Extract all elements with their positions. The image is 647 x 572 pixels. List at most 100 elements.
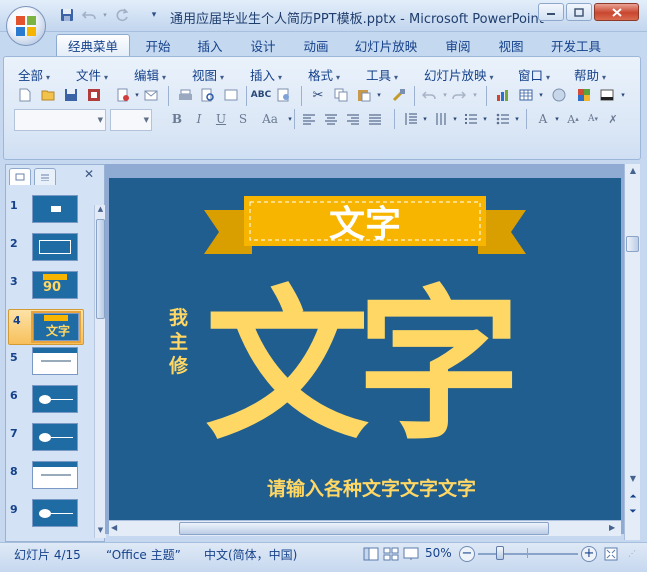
slide-thumbnail[interactable]: 1 (6, 195, 90, 231)
redo-icon[interactable] (113, 7, 131, 23)
slide-thumbnail[interactable]: 3 90 (6, 271, 90, 307)
language-indicator[interactable]: 中文(简体，中国) (204, 546, 297, 563)
maximize-button[interactable] (566, 3, 592, 21)
save-icon[interactable] (62, 86, 80, 104)
slideshow-view-icon[interactable] (403, 547, 419, 561)
slide-thumbnail[interactable]: 7 (6, 423, 90, 459)
tab-slides[interactable] (9, 168, 31, 185)
undo-dropdown-icon[interactable]: ▾ (96, 7, 114, 23)
pane-close-icon[interactable]: ✕ (84, 167, 94, 181)
menu-slideshow[interactable]: 幻灯片放映 ▾ (424, 65, 494, 84)
slide-horizontal-scrollbar[interactable]: ◀ ▶ (109, 520, 621, 536)
clipart-icon[interactable] (550, 86, 568, 104)
copy-icon[interactable] (332, 86, 350, 104)
chevron-down-icon[interactable]: ▾ (281, 110, 299, 128)
chevron-down-icon[interactable]: ▾ (466, 86, 484, 104)
font-name-combo[interactable]: ▼ (14, 109, 106, 131)
zoom-slider-track[interactable] (478, 553, 578, 555)
menu-tools[interactable]: 工具 ▾ (366, 65, 398, 84)
slide-thumbnail-selected[interactable]: 4 文字 (8, 309, 84, 345)
zoom-level[interactable]: 50% (425, 546, 452, 560)
fit-to-window-icon[interactable] (603, 546, 619, 562)
minimize-button[interactable] (538, 3, 564, 21)
grow-font-icon[interactable]: A ▴ (564, 110, 582, 128)
chevron-down-icon[interactable]: ▾ (370, 86, 388, 104)
tab-insert[interactable]: 插入 (190, 34, 230, 56)
menu-all[interactable]: 全部 ▾ (18, 65, 50, 84)
chevron-down-icon[interactable]: ▾ (614, 86, 632, 104)
office-button[interactable] (6, 6, 46, 46)
close-button[interactable] (594, 3, 639, 21)
print-icon[interactable] (176, 86, 194, 104)
chart-icon[interactable] (494, 86, 512, 104)
chevron-down-icon[interactable]: ▾ (532, 86, 550, 104)
menu-file[interactable]: 文件 ▾ (76, 65, 108, 84)
scroll-down-icon[interactable]: ▼ (627, 474, 639, 486)
page-setup-icon[interactable] (222, 86, 240, 104)
italic-icon[interactable]: I (190, 110, 208, 128)
tab-review[interactable]: 审阅 (438, 34, 478, 56)
shadow-icon[interactable]: S (234, 110, 252, 128)
menu-insert[interactable]: 插入 ▾ (250, 65, 282, 84)
menu-help[interactable]: 帮助 ▾ (574, 65, 606, 84)
scroll-left-icon[interactable]: ◀ (111, 523, 121, 534)
zoom-out-icon[interactable]: − (459, 546, 475, 562)
save-as-pdf-icon[interactable] (85, 86, 103, 104)
clear-formatting-icon[interactable]: ✗ (604, 110, 622, 128)
next-slide-icon[interactable]: ⏷ (627, 507, 639, 519)
print-preview-icon[interactable] (199, 86, 217, 104)
tab-outline[interactable] (34, 168, 56, 185)
open-folder-icon[interactable] (39, 86, 57, 104)
tab-home[interactable]: 开始 (138, 34, 178, 56)
slide-sorter-icon[interactable] (383, 547, 399, 561)
previous-slide-icon[interactable]: ⏶ (627, 492, 639, 504)
chevron-down-icon[interactable]: ▾ (508, 110, 526, 128)
menu-slideshow-label: 幻灯片放映 (424, 68, 487, 83)
scroll-right-icon[interactable]: ▶ (609, 523, 619, 534)
normal-view-icon[interactable] (363, 547, 379, 561)
scroll-thumb[interactable] (626, 236, 639, 252)
slide-canvas[interactable]: 文字 我主修 文字 请输入各种文字文字文字 (109, 178, 621, 520)
customize-qat-icon[interactable]: ▾ (145, 7, 163, 23)
color-grayscale-icon[interactable] (575, 86, 593, 104)
format-painter-icon[interactable] (390, 86, 408, 104)
tab-animations[interactable]: 动画 (296, 34, 336, 56)
menu-edit[interactable]: 编辑 ▾ (134, 65, 166, 84)
menu-window[interactable]: 窗口 ▾ (518, 65, 550, 84)
menu-view[interactable]: 视图 ▾ (192, 65, 224, 84)
align-center-icon[interactable] (322, 110, 340, 128)
underline-icon[interactable]: U (212, 110, 230, 128)
slide-thumbnail[interactable]: 8 (6, 461, 90, 497)
chevron-down-icon[interactable]: ▾ (476, 110, 494, 128)
cut-icon[interactable]: ✂ (309, 86, 327, 104)
tab-classic-menu[interactable]: 经典菜单 (56, 34, 130, 56)
scroll-thumb[interactable] (179, 522, 549, 535)
justify-icon[interactable] (366, 110, 384, 128)
slide-thumbnail[interactable]: 2 (6, 233, 90, 269)
change-case-icon[interactable]: Aa (258, 110, 282, 128)
zoom-slider-thumb[interactable] (495, 546, 504, 560)
zoom-in-icon[interactable]: + (581, 546, 597, 562)
font-size-combo[interactable]: ▼ (110, 109, 152, 131)
slide-thumbnail[interactable]: 6 (6, 385, 90, 421)
tab-slideshow[interactable]: 幻灯片放映 (348, 34, 424, 56)
slide-vertical-scrollbar[interactable]: ▲ ▼ ⏶ ⏷ (624, 164, 640, 540)
scroll-up-icon[interactable]: ▲ (627, 166, 639, 178)
research-icon[interactable] (275, 86, 293, 104)
shrink-font-icon[interactable]: A ▾ (584, 110, 602, 128)
email-icon[interactable] (142, 86, 160, 104)
slide-thumbnail[interactable]: 9 (6, 499, 90, 535)
bold-icon[interactable]: B (168, 110, 186, 128)
tab-design[interactable]: 设计 (243, 34, 283, 56)
menu-format[interactable]: 格式 ▾ (308, 65, 340, 84)
save-icon[interactable] (58, 7, 76, 23)
spelling-icon[interactable]: ABC (251, 86, 271, 104)
align-right-icon[interactable] (344, 110, 362, 128)
align-left-icon[interactable] (300, 110, 318, 128)
resize-grip-icon[interactable]: ⋰ (628, 549, 636, 558)
slide-thumbnail[interactable]: 5 (6, 347, 90, 383)
tab-view[interactable]: 视图 (491, 34, 531, 56)
tab-developer[interactable]: 开发工具 (545, 34, 607, 56)
scroll-thumb[interactable] (96, 219, 105, 319)
new-icon[interactable] (16, 86, 34, 104)
